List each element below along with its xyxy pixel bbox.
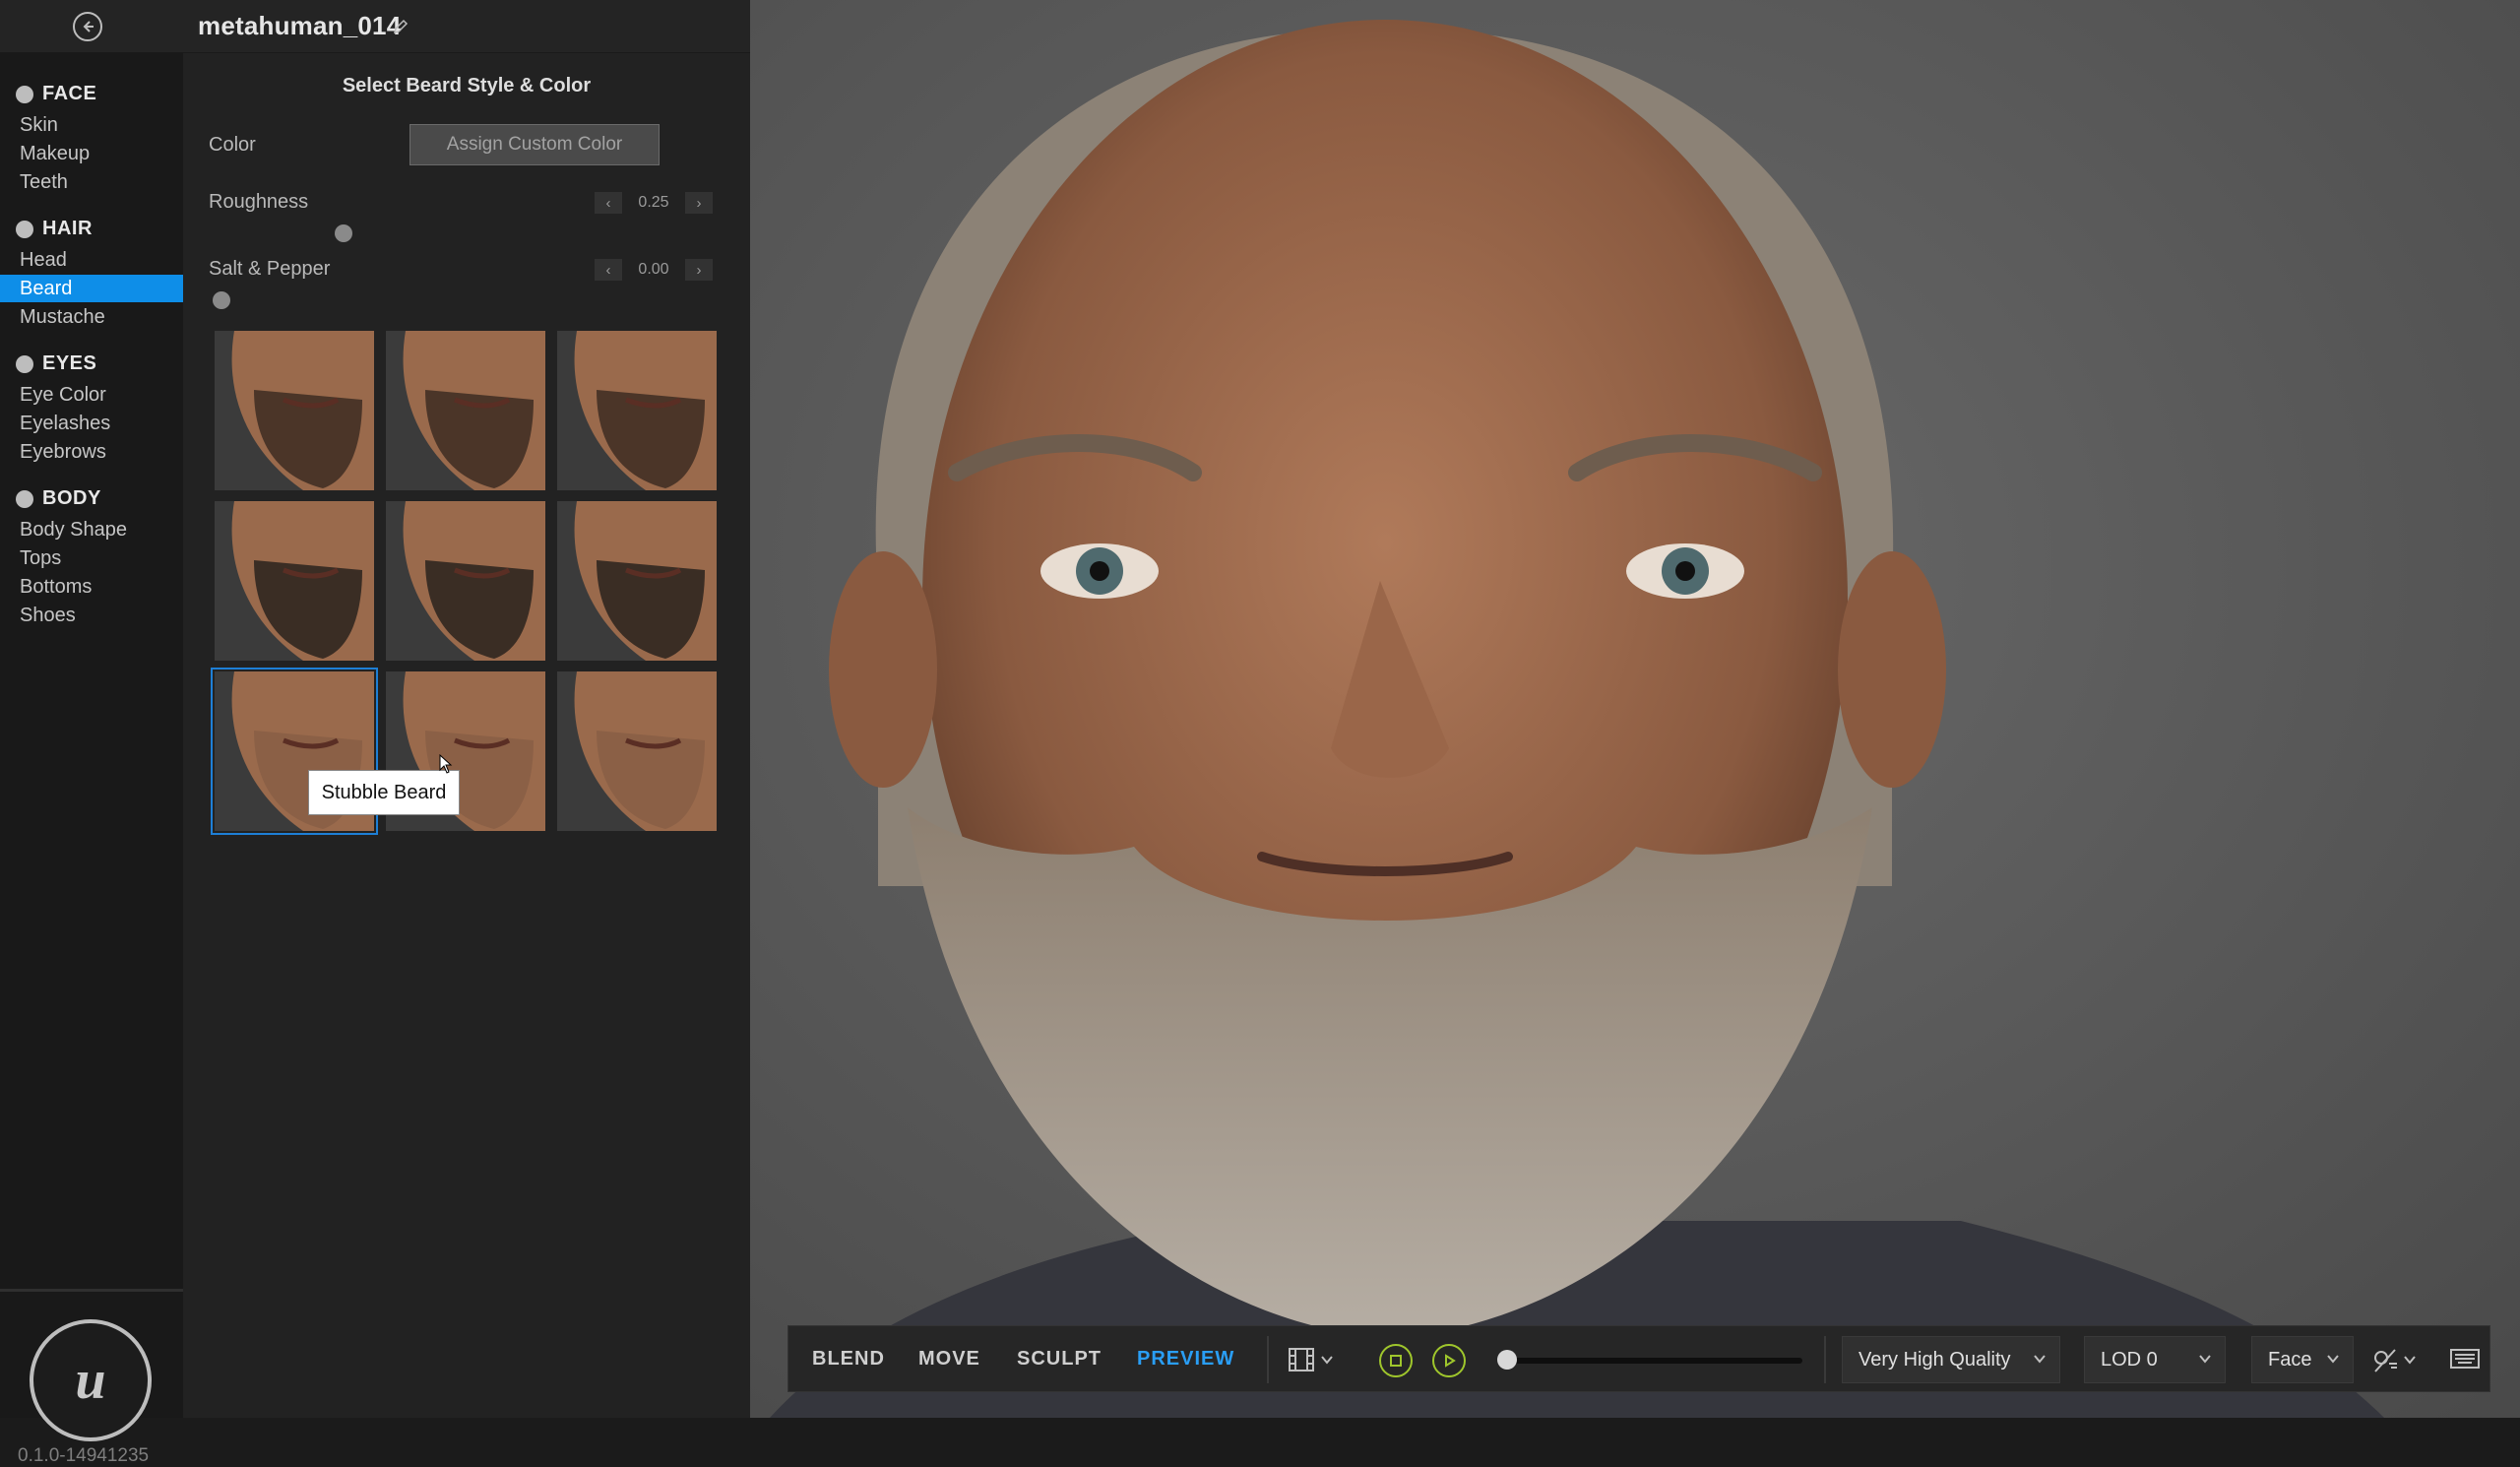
character-portrait xyxy=(750,0,2520,1418)
roughness-value: 0.25 xyxy=(638,194,669,211)
quality-value: Very High Quality xyxy=(1858,1348,2011,1371)
beard-preview-image xyxy=(215,331,374,490)
sidebar-item-makeup[interactable]: Makeup xyxy=(0,140,183,167)
chevron-left-icon[interactable]: ‹ xyxy=(595,259,622,281)
toolbar-divider xyxy=(1824,1336,1826,1383)
beard-preview-image xyxy=(557,501,717,661)
beard-style-thumbnail[interactable] xyxy=(215,501,374,661)
face-icon xyxy=(16,85,33,103)
sidebar: FACE Skin Makeup Teeth HAIR Head Beard M… xyxy=(0,53,183,1466)
sidebar-item-head[interactable]: Head xyxy=(0,246,183,274)
sidebar-item-eyebrows[interactable]: Eyebrows xyxy=(0,438,183,466)
beard-style-thumbnail[interactable] xyxy=(557,501,717,661)
mouse-cursor-icon xyxy=(439,754,453,774)
back-arrow-icon[interactable] xyxy=(73,12,102,41)
chevron-right-icon[interactable]: › xyxy=(684,259,713,281)
beard-style-thumbnail[interactable] xyxy=(215,331,374,490)
character-viewport[interactable] xyxy=(750,0,2520,1418)
film-icon[interactable] xyxy=(1289,1348,1314,1371)
section-hair: HAIR xyxy=(16,218,93,240)
sidebar-item-shoes[interactable]: Shoes xyxy=(0,602,183,629)
beard-preview-image xyxy=(386,331,545,490)
section-title: EYES xyxy=(42,352,97,374)
section-eyes: EYES xyxy=(16,352,96,375)
chevron-down-icon xyxy=(2199,1355,2211,1364)
timeline-handle[interactable] xyxy=(1497,1350,1517,1370)
camera-dropdown[interactable]: Face xyxy=(2251,1336,2354,1383)
beard-preview-image xyxy=(386,501,545,661)
chevron-down-icon[interactable] xyxy=(1320,1354,1334,1366)
sidebar-item-eye-color[interactable]: Eye Color xyxy=(0,381,183,409)
sidebar-item-teeth[interactable]: Teeth xyxy=(0,168,183,196)
timeline-track[interactable] xyxy=(1507,1358,1802,1364)
section-title: BODY xyxy=(42,487,101,509)
panel-title: Select Beard Style & Color xyxy=(342,75,592,96)
chevron-right-icon[interactable]: › xyxy=(684,192,713,214)
camera-value: Face xyxy=(2268,1348,2312,1371)
toolbar-divider xyxy=(1267,1336,1269,1383)
section-face: FACE xyxy=(16,83,96,105)
beard-style-thumbnail[interactable] xyxy=(386,501,545,661)
unreal-logo-icon: u xyxy=(30,1319,152,1441)
blend-mode-button[interactable]: BLEND xyxy=(812,1326,885,1391)
sidebar-item-body-shape[interactable]: Body Shape xyxy=(0,516,183,543)
hair-icon xyxy=(16,220,33,238)
play-icon xyxy=(1445,1354,1456,1368)
preview-mode-button[interactable]: PREVIEW xyxy=(1137,1326,1234,1391)
roughness-label: Roughness xyxy=(209,191,309,213)
roughness-slider-handle[interactable] xyxy=(334,224,352,242)
chevron-down-icon xyxy=(2327,1355,2339,1364)
section-title: FACE xyxy=(42,83,97,104)
assign-custom-color-button[interactable]: Assign Custom Color xyxy=(410,124,660,165)
viewport-toolbar: BLEND MOVE SCULPT PREVIEW Very High Qual… xyxy=(788,1325,2490,1392)
play-button[interactable] xyxy=(1432,1344,1466,1377)
salt-pepper-value: 0.00 xyxy=(638,261,669,278)
beard-preview-image xyxy=(557,671,717,831)
pencil-icon[interactable] xyxy=(392,18,410,35)
roughness-stepper: ‹ 0.25 › xyxy=(595,192,713,214)
chevron-left-icon[interactable]: ‹ xyxy=(595,192,622,214)
chevron-down-icon xyxy=(2034,1355,2046,1364)
beard-panel: Select Beard Style & Color Color Assign … xyxy=(183,53,750,1418)
section-title: HAIR xyxy=(42,218,93,239)
beard-style-thumbnail[interactable] xyxy=(557,331,717,490)
sculpt-mode-button[interactable]: SCULPT xyxy=(1017,1326,1102,1391)
sidebar-divider xyxy=(0,1289,183,1292)
sidebar-item-skin[interactable]: Skin xyxy=(0,111,183,139)
version-label: 0.1.0-14941235 xyxy=(18,1445,150,1466)
chevron-down-icon[interactable] xyxy=(2403,1354,2417,1366)
sidebar-item-bottoms[interactable]: Bottoms xyxy=(0,573,183,601)
stop-icon xyxy=(1390,1355,1402,1367)
salt-pepper-slider-handle[interactable] xyxy=(213,291,230,309)
salt-pepper-label: Salt & Pepper xyxy=(209,258,331,280)
move-mode-button[interactable]: MOVE xyxy=(918,1326,980,1391)
lod-dropdown[interactable]: LOD 0 xyxy=(2084,1336,2226,1383)
character-name: metahuman_014 xyxy=(198,11,402,40)
tooltip: Stubble Beard xyxy=(308,770,460,815)
sidebar-item-mustache[interactable]: Mustache xyxy=(0,303,183,331)
beard-preview-image xyxy=(557,331,717,490)
sidebar-item-tops[interactable]: Tops xyxy=(0,544,183,572)
sidebar-item-eyelashes[interactable]: Eyelashes xyxy=(0,410,183,437)
section-body: BODY xyxy=(16,487,101,510)
sidebar-item-beard[interactable]: Beard xyxy=(0,275,183,302)
keyboard-icon[interactable] xyxy=(2450,1348,2480,1370)
body-icon xyxy=(16,489,33,508)
beard-style-thumbnail[interactable] xyxy=(386,331,545,490)
quality-dropdown[interactable]: Very High Quality xyxy=(1842,1336,2060,1383)
lighting-icon[interactable] xyxy=(2371,1346,2399,1373)
svg-text:u: u xyxy=(75,1350,105,1411)
beard-preview-image xyxy=(215,501,374,661)
stop-button[interactable] xyxy=(1379,1344,1413,1377)
lod-value: LOD 0 xyxy=(2101,1348,2158,1371)
salt-pepper-stepper: ‹ 0.00 › xyxy=(595,259,713,281)
color-label: Color xyxy=(209,134,256,156)
top-bar: metahuman_014 xyxy=(0,0,750,53)
beard-style-thumbnail[interactable] xyxy=(557,671,717,831)
eye-icon xyxy=(16,354,33,373)
